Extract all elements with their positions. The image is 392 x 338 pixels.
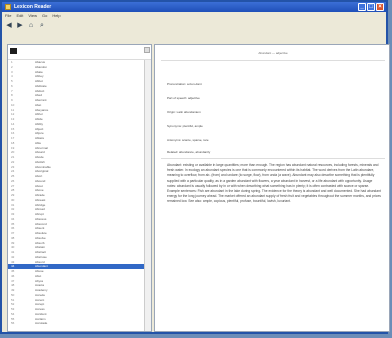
app-icon [5,4,11,10]
word-list: 1 Abacus 2 Abandon 3 Abate 4 Abbey 5 Abbot 6 Abdica… [8,60,144,325]
entry-field: Origin: Latin abundantem [167,110,201,114]
menu-file[interactable]: File [5,12,11,19]
menu-edit[interactable]: Edit [16,12,23,19]
menu-bar: File Edit View Go Help [2,12,386,19]
title-bar[interactable]: Lexicon Reader _ □ × [2,2,386,12]
back-button[interactable]: ◀ [5,22,13,30]
forward-button[interactable]: ▶ [16,22,24,30]
list-item-number: 56 [11,321,15,326]
menu-help[interactable]: Help [52,12,60,19]
word-list-header [8,45,151,60]
close-button[interactable]: × [376,3,384,11]
toolbar: ◀ ▶ ⌂ ⌕ [2,20,386,32]
entry-header: Abundant — adjective [161,46,385,61]
word-list-scrollbar[interactable] [144,60,151,331]
window-title: Lexicon Reader [14,4,52,10]
menu-go[interactable]: Go [42,12,47,19]
entry-field: Antonyms: scarce, sparse, rare [167,138,209,142]
app-window: Lexicon Reader _ □ × File Edit View Go H… [0,0,390,334]
index-icon [10,48,17,54]
search-button[interactable]: ⌕ [38,22,46,30]
home-button[interactable]: ⌂ [27,22,35,30]
list-item[interactable]: 56 Accolade [8,321,144,326]
entry-divider [161,158,385,159]
entry-panel: Abundant — adjective Pronunciation: a-bu… [154,44,390,332]
entry-body-text: Abundant: existing or available in large… [167,163,381,204]
entry-field: Related: abundance, abundantly [167,150,211,154]
menu-view[interactable]: View [28,12,37,19]
entry-field: Part of speech: adjective [167,96,200,100]
list-item-label: Accolade [35,321,48,326]
entry-field: Pronunciation: a-bun-dant [167,82,202,86]
word-list-panel: 1 Abacus 2 Abandon 3 Abate 4 Abbey 5 Abbot 6 Abdica… [7,44,152,332]
scroll-up-icon[interactable] [144,47,150,53]
minimize-button[interactable]: _ [358,3,366,11]
maximize-button[interactable]: □ [367,3,375,11]
entry-field: Synonyms: plentiful, ample [167,124,203,128]
